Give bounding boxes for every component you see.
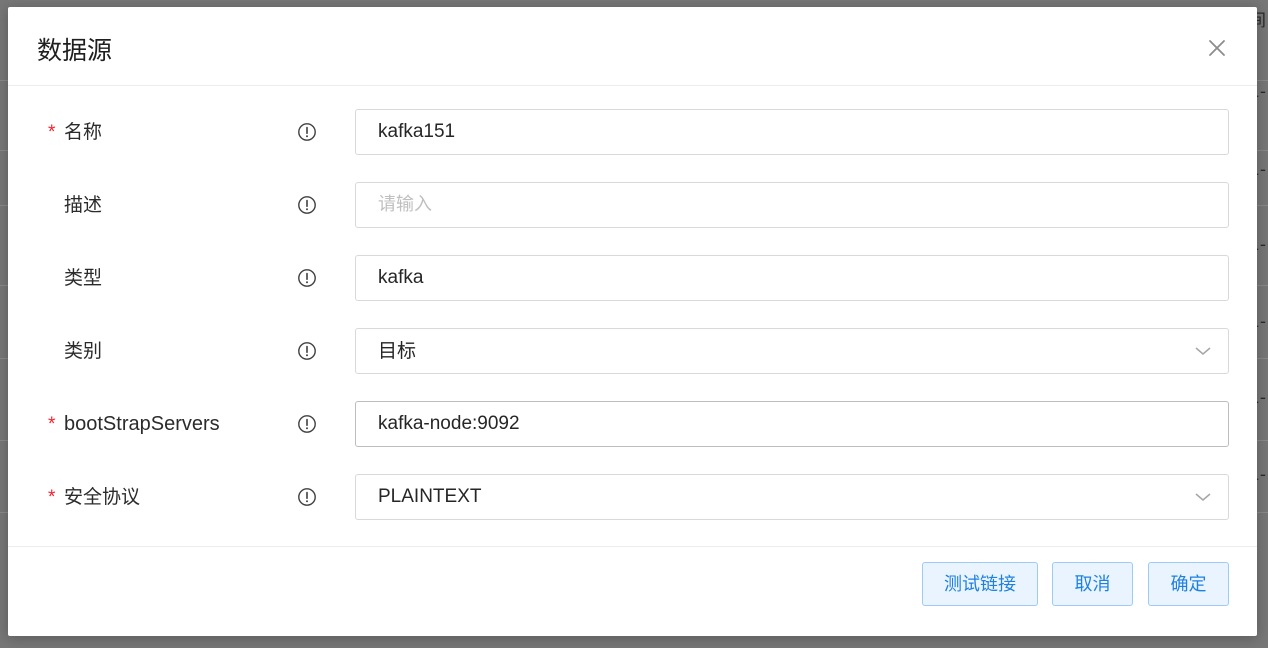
cancel-button[interactable]: 取消 — [1052, 562, 1133, 606]
info-circle-icon[interactable] — [297, 268, 317, 288]
name-input-value: kafka151 — [378, 121, 456, 142]
form-row-category: 类别 目标 — [8, 328, 1257, 374]
info-circle-icon[interactable] — [297, 122, 317, 142]
info-circle-icon[interactable] — [297, 414, 317, 434]
field-label-name: 名称 — [64, 121, 103, 143]
dialog-header: 数据源 — [8, 7, 1257, 86]
bootstrap-servers-input-value: kafka-node:9092 — [378, 413, 520, 434]
footer-divider — [8, 546, 1257, 547]
field-label-security-protocol: 安全协议 — [64, 486, 141, 508]
field-label-description: 描述 — [64, 194, 103, 216]
category-select[interactable]: 目标 — [355, 328, 1229, 374]
info-circle-icon[interactable] — [297, 487, 317, 507]
description-input-placeholder: 请输入 — [378, 194, 432, 215]
field-label-bootstrap-servers: bootStrapServers — [64, 413, 220, 435]
info-circle-icon[interactable] — [297, 341, 317, 361]
form-row-security-protocol: * 安全协议 PLAINTEXT — [8, 474, 1257, 520]
required-mark: * — [48, 122, 56, 143]
info-circle-icon[interactable] — [297, 195, 317, 215]
bootstrap-servers-input[interactable]: kafka-node:9092 — [355, 401, 1229, 447]
security-protocol-select-value: PLAINTEXT — [378, 486, 482, 507]
form-row-name: * 名称 kafka151 — [8, 109, 1257, 155]
field-label-category: 类别 — [64, 340, 103, 362]
field-label-type: 类型 — [64, 267, 103, 289]
form-row-bootstrap-servers: * bootStrapServers kafka-node:9092 — [8, 401, 1257, 447]
datasource-dialog: 数据源 * 名称 kafka151 描述 请输入 类型 kafka 类别 目标 … — [8, 7, 1257, 636]
category-select-value: 目标 — [378, 340, 417, 362]
chevron-down-icon — [1195, 493, 1211, 501]
chevron-down-icon — [1195, 347, 1211, 355]
form-row-description: 描述 请输入 — [8, 182, 1257, 228]
test-connection-button[interactable]: 测试链接 — [922, 562, 1038, 606]
close-icon — [1209, 40, 1225, 56]
ok-button[interactable]: 确定 — [1148, 562, 1229, 606]
close-button[interactable] — [1205, 36, 1229, 60]
dialog-title: 数据源 — [37, 36, 113, 65]
security-protocol-select[interactable]: PLAINTEXT — [355, 474, 1229, 520]
required-mark: * — [48, 414, 56, 435]
type-input-value: kafka — [378, 267, 424, 288]
name-input[interactable]: kafka151 — [355, 109, 1229, 155]
form-row-type: 类型 kafka — [8, 255, 1257, 301]
description-input[interactable]: 请输入 — [355, 182, 1229, 228]
required-mark: * — [48, 487, 56, 508]
type-input[interactable]: kafka — [355, 255, 1229, 301]
